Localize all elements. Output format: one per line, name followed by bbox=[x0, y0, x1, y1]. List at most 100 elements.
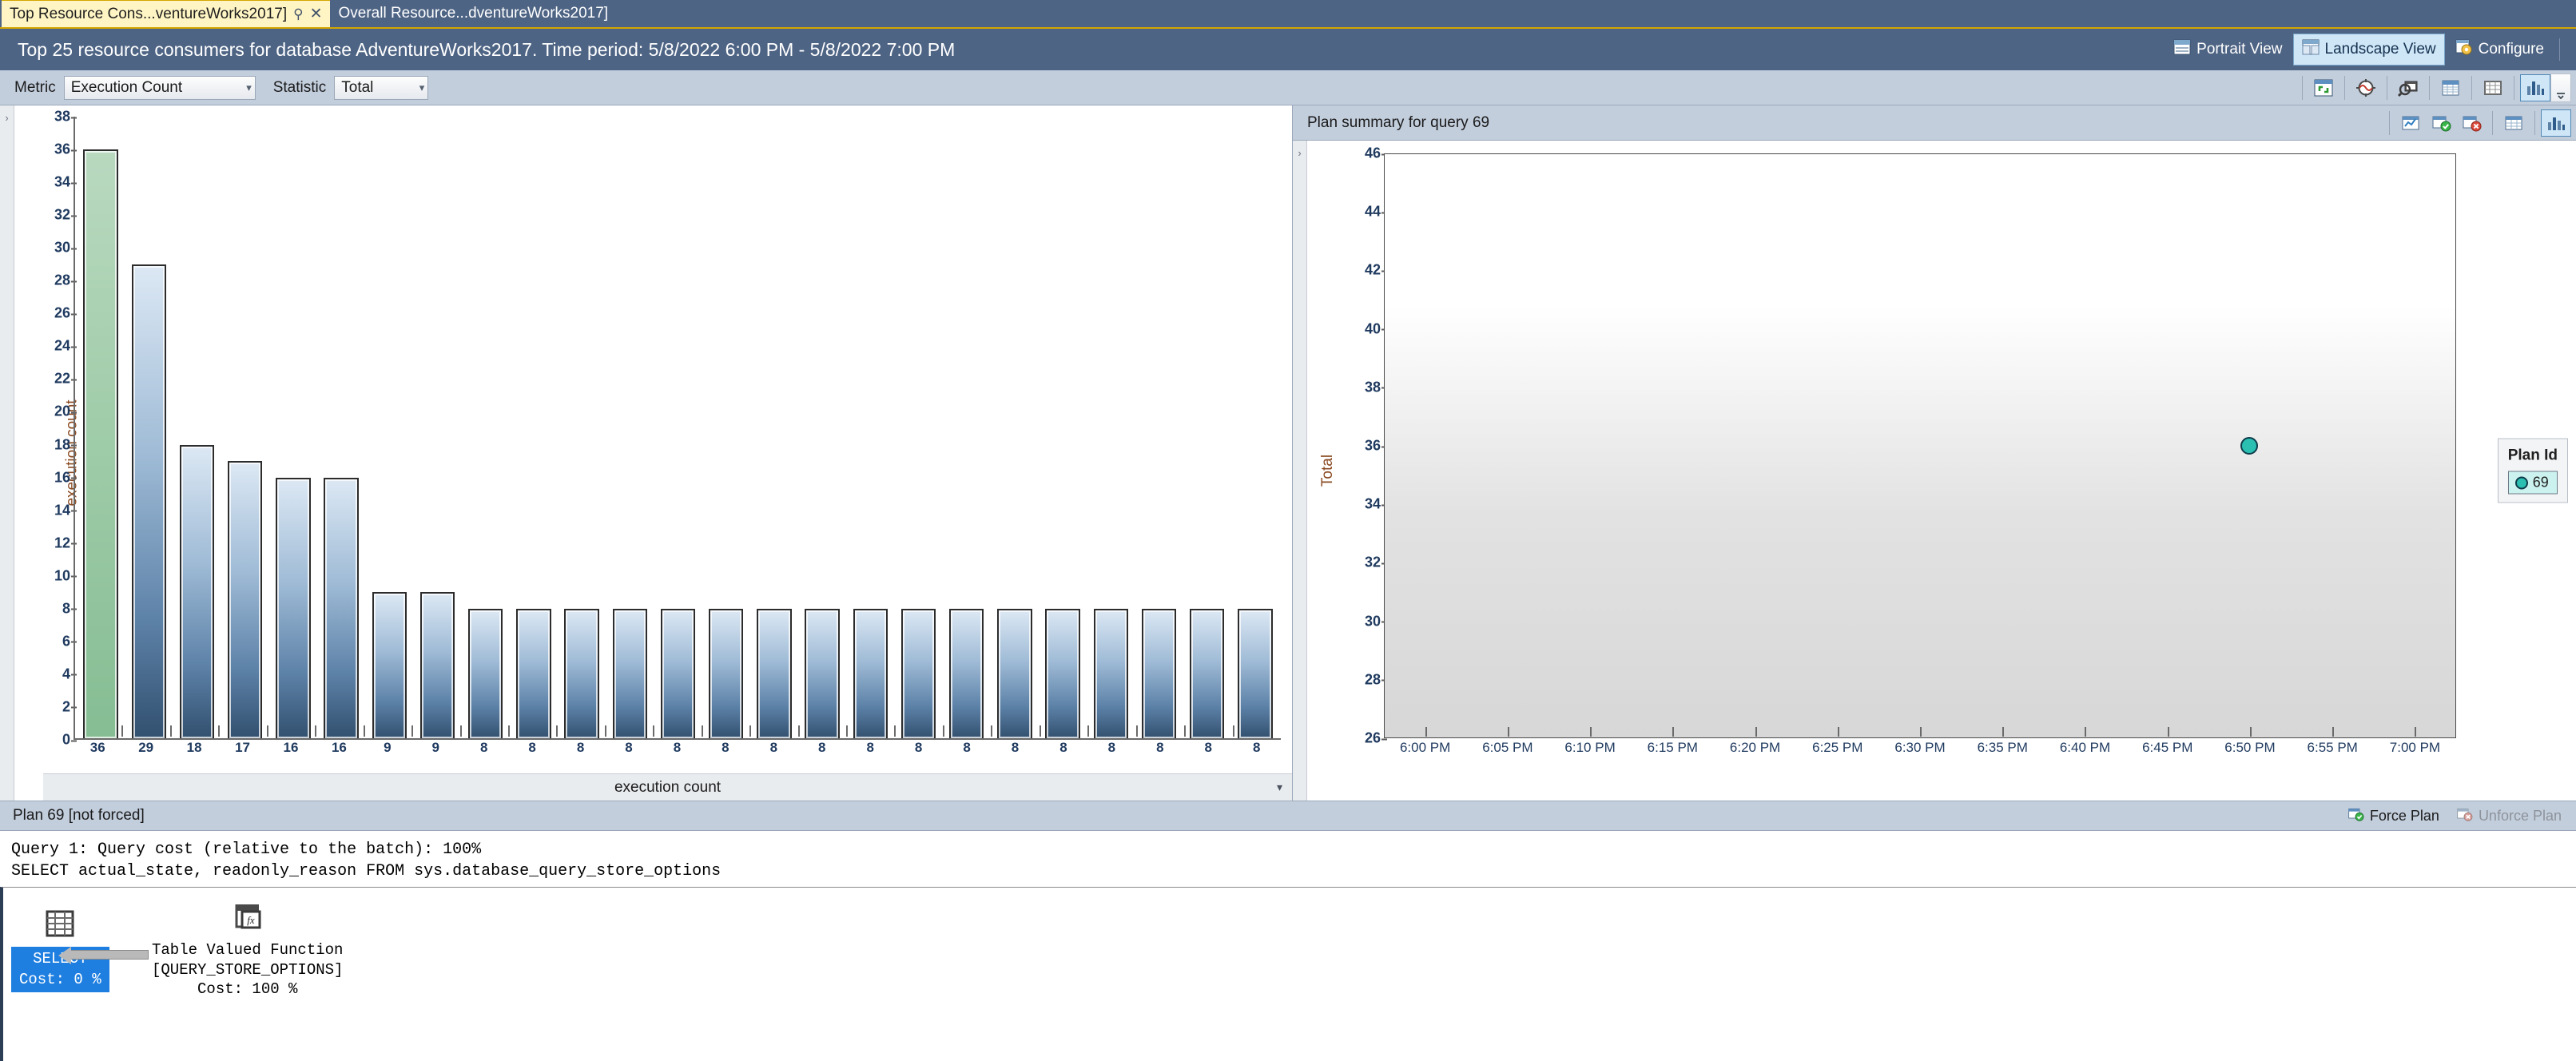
bar-cell[interactable] bbox=[462, 117, 510, 740]
bar-cell[interactable] bbox=[413, 117, 461, 740]
bar-chart-x-axis-strip[interactable]: execution count ▾ bbox=[43, 773, 1292, 801]
chart-view-icon[interactable] bbox=[2541, 109, 2571, 137]
x-tick-label: 8 bbox=[991, 740, 1039, 769]
bar-cell[interactable] bbox=[173, 117, 221, 740]
bar-cell[interactable] bbox=[1039, 117, 1087, 740]
portrait-view-button[interactable]: Portrait View bbox=[2165, 34, 2291, 66]
force-plan-button[interactable]: Force Plan bbox=[2340, 805, 2446, 828]
bar[interactable] bbox=[949, 609, 984, 740]
grid-icon[interactable] bbox=[2478, 74, 2508, 101]
bar[interactable] bbox=[757, 609, 791, 740]
bar[interactable] bbox=[324, 478, 358, 740]
bar-cell[interactable] bbox=[510, 117, 558, 740]
bar[interactable] bbox=[1190, 609, 1224, 740]
bar[interactable] bbox=[132, 264, 166, 740]
bar[interactable] bbox=[468, 609, 503, 740]
bar[interactable] bbox=[276, 478, 310, 740]
overflow-chevron-icon[interactable] bbox=[2550, 74, 2571, 102]
bar[interactable] bbox=[997, 609, 1032, 740]
configure-button[interactable]: Configure bbox=[2447, 34, 2553, 66]
scatter-y-ticks: 2628303234363840424446 bbox=[1307, 141, 1384, 801]
bar[interactable] bbox=[420, 592, 455, 740]
legend-item-69[interactable]: 69 bbox=[2508, 471, 2558, 495]
toolbar-divider bbox=[2389, 111, 2390, 135]
bar-cell[interactable] bbox=[1087, 117, 1135, 740]
bar-cell[interactable] bbox=[702, 117, 750, 740]
top-consumers-panel: › execution count 0246810121416182022242… bbox=[0, 105, 1293, 801]
bar[interactable] bbox=[1238, 609, 1272, 740]
view-query-text-icon[interactable] bbox=[2393, 74, 2423, 101]
view-plan-icon[interactable] bbox=[2498, 109, 2529, 137]
left-collapse-handle[interactable]: › bbox=[0, 105, 14, 801]
bar-cell[interactable] bbox=[991, 117, 1039, 740]
bar-cell[interactable] bbox=[365, 117, 413, 740]
scatter-plot-area bbox=[1384, 153, 2456, 738]
chart-icon[interactable] bbox=[2520, 74, 2550, 101]
bar-cell[interactable] bbox=[269, 117, 317, 740]
bar-cell[interactable] bbox=[558, 117, 606, 740]
bar-cell[interactable] bbox=[1135, 117, 1183, 740]
bar[interactable] bbox=[516, 609, 551, 740]
y-tick-label: 36 bbox=[1365, 438, 1381, 455]
pin-icon[interactable]: ⚲ bbox=[293, 6, 303, 22]
bar[interactable] bbox=[853, 609, 888, 740]
scatter-point[interactable] bbox=[2240, 437, 2258, 455]
bar-cell[interactable] bbox=[654, 117, 702, 740]
bar[interactable] bbox=[805, 609, 839, 740]
configure-label: Configure bbox=[2479, 41, 2544, 58]
metric-toolbar: Metric Execution Count ▾ Statistic Total… bbox=[0, 70, 2576, 105]
statistic-select[interactable]: Total ▾ bbox=[334, 76, 428, 100]
bar-cell[interactable] bbox=[846, 117, 894, 740]
bar-selected[interactable] bbox=[83, 149, 117, 740]
bar[interactable] bbox=[709, 609, 743, 740]
bar-cell[interactable] bbox=[606, 117, 654, 740]
x-tick-label: 6:10 PM bbox=[1548, 740, 1631, 769]
landscape-view-button[interactable]: Landscape View bbox=[2293, 34, 2445, 66]
compare-plans-icon[interactable] bbox=[2395, 109, 2426, 137]
y-tick-label: 44 bbox=[1365, 204, 1381, 221]
bar-cell[interactable] bbox=[317, 117, 365, 740]
bar-cell[interactable] bbox=[77, 117, 125, 740]
legend-item-label: 69 bbox=[2533, 475, 2549, 491]
close-icon[interactable]: ✕ bbox=[310, 5, 323, 23]
toolbar-divider bbox=[2429, 76, 2430, 100]
legend-title: Plan Id bbox=[2508, 447, 2558, 465]
plan-summary-header: Plan summary for query 69 bbox=[1293, 105, 2576, 141]
bar[interactable] bbox=[901, 609, 936, 740]
bar[interactable] bbox=[372, 592, 407, 740]
bar[interactable] bbox=[1142, 609, 1176, 740]
bar-cell[interactable] bbox=[894, 117, 942, 740]
bar[interactable] bbox=[228, 461, 262, 740]
unforce-plan-icon[interactable] bbox=[2456, 109, 2487, 137]
bar[interactable] bbox=[1094, 609, 1128, 740]
bar-chart-plot bbox=[74, 117, 1281, 740]
force-plan-icon[interactable] bbox=[2426, 109, 2456, 137]
y-tick-label: 34 bbox=[54, 174, 70, 191]
bar-cell[interactable] bbox=[750, 117, 798, 740]
bar-cell[interactable] bbox=[1231, 117, 1279, 740]
bar[interactable] bbox=[180, 445, 214, 740]
tab-top-resource-consumers[interactable]: Top Resource Cons...ventureWorks2017] ⚲ … bbox=[2, 0, 330, 27]
landscape-view-label: Landscape View bbox=[2325, 41, 2436, 58]
bar-cell[interactable] bbox=[798, 117, 846, 740]
bar[interactable] bbox=[661, 609, 695, 740]
x-tick-label: 29 bbox=[121, 740, 169, 769]
y-tick-label: 18 bbox=[54, 436, 70, 453]
refresh-icon[interactable] bbox=[2308, 74, 2339, 101]
track-query-icon[interactable] bbox=[2351, 74, 2381, 101]
bar-cell[interactable] bbox=[125, 117, 173, 740]
x-tick-label: 6:00 PM bbox=[1384, 740, 1466, 769]
chevron-down-icon[interactable]: ▾ bbox=[1277, 781, 1282, 794]
bar[interactable] bbox=[564, 609, 598, 740]
bar-cell[interactable] bbox=[1183, 117, 1231, 740]
right-collapse-handle[interactable]: › bbox=[1293, 141, 1307, 801]
plan-node-tvf[interactable]: fx Table Valued Function [QUERY_STORE_OP… bbox=[152, 902, 343, 999]
bar-cell[interactable] bbox=[221, 117, 269, 740]
bar-cell[interactable] bbox=[943, 117, 991, 740]
tab-overall-resource-consumption[interactable]: Overall Resource...dventureWorks2017] bbox=[330, 0, 616, 27]
bar[interactable] bbox=[1045, 609, 1079, 740]
grid-with-header-icon[interactable] bbox=[2435, 74, 2466, 101]
unforce-plan-button[interactable]: Unforce Plan bbox=[2449, 805, 2568, 828]
metric-select[interactable]: Execution Count ▾ bbox=[64, 76, 256, 100]
bar[interactable] bbox=[613, 609, 647, 740]
